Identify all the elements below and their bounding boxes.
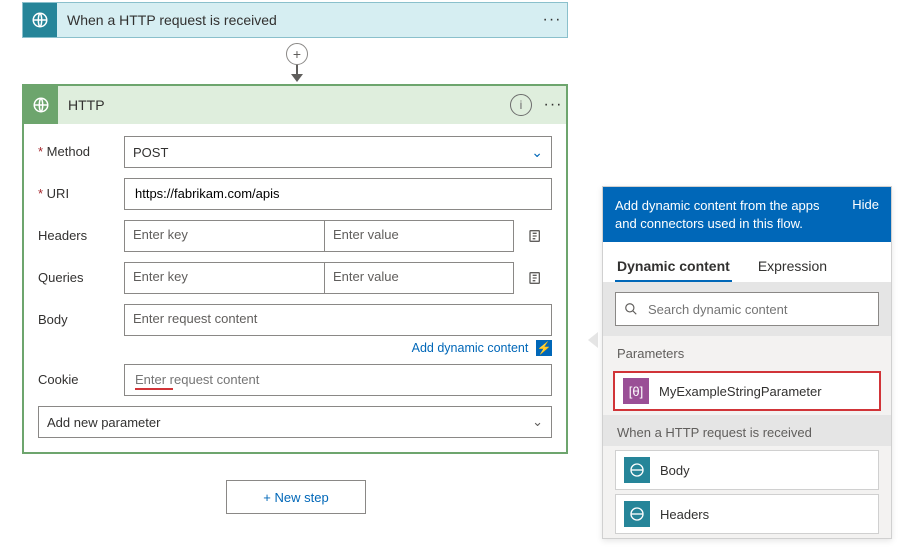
parameter-icon: [θ] [623,378,649,404]
add-new-parameter-label: Add new parameter [47,415,160,430]
spellcheck-underline [135,388,173,390]
headers-value-input[interactable]: Enter value [324,220,514,252]
http-request-icon [624,501,650,527]
connector-arrow-icon [292,64,302,82]
token-label: MyExampleStringParameter [659,384,822,399]
method-select[interactable]: POST ⌄ [124,136,552,168]
http-card-title: HTTP [68,97,510,113]
token-label: Headers [660,507,709,522]
label-cookie: Cookie [38,364,124,387]
tab-expression[interactable]: Expression [744,248,841,282]
uri-input[interactable] [124,178,552,210]
add-dynamic-content-icon[interactable]: ⚡ [536,340,552,356]
dynamic-content-panel: Add dynamic content from the apps and co… [602,186,892,539]
hide-panel-button[interactable]: Hide [844,197,879,232]
label-queries: Queries [38,262,124,285]
dynamic-content-tabs: Dynamic content Expression [603,242,891,282]
token-headers[interactable]: Headers [615,494,879,534]
add-dynamic-content-link[interactable]: Add dynamic content [412,341,529,355]
info-icon[interactable]: i [510,94,532,116]
label-headers: Headers [38,220,124,243]
trigger-more-menu[interactable]: ··· [537,11,567,29]
cookie-input[interactable] [124,364,552,396]
http-action-card: HTTP i ··· Method POST ⌄ URI [22,84,568,454]
queries-value-input[interactable]: Enter value [324,262,514,294]
dynamic-content-banner: Add dynamic content from the apps and co… [603,187,891,242]
http-request-icon [23,3,57,37]
search-icon [624,302,638,316]
chevron-down-icon: ⌄ [531,144,543,161]
trigger-title: When a HTTP request is received [67,12,537,28]
token-label: Body [660,463,690,478]
http-more-menu[interactable]: ··· [540,96,566,114]
headers-text-mode-icon[interactable] [522,220,550,252]
body-input[interactable]: Enter request content [124,304,552,336]
add-new-parameter-select[interactable]: Add new parameter ⌄ [38,406,552,438]
label-method: Method [38,136,124,159]
label-body: Body [38,304,124,327]
chevron-down-icon: ⌄ [532,414,543,430]
method-value: POST [133,145,168,160]
dynamic-content-search[interactable] [615,292,879,326]
token-my-example-string-parameter[interactable]: [θ] MyExampleStringParameter [613,371,881,411]
new-step-button[interactable]: + New step [226,480,366,514]
section-trigger-outputs: When a HTTP request is received [603,415,891,446]
headers-key-input[interactable]: Enter key [124,220,324,252]
flyout-pointer [588,332,598,348]
tab-dynamic-content[interactable]: Dynamic content [603,248,744,282]
queries-key-input[interactable]: Enter key [124,262,324,294]
add-step-plus[interactable]: + [286,43,308,65]
section-parameters: Parameters [603,336,891,367]
banner-text: Add dynamic content from the apps and co… [615,197,844,232]
trigger-card[interactable]: When a HTTP request is received ··· [22,2,568,38]
http-card-header[interactable]: HTTP i ··· [24,86,566,124]
label-uri: URI [38,178,124,201]
queries-text-mode-icon[interactable] [522,262,550,294]
token-body[interactable]: Body [615,450,879,490]
http-request-icon [624,457,650,483]
http-action-icon [24,86,58,124]
